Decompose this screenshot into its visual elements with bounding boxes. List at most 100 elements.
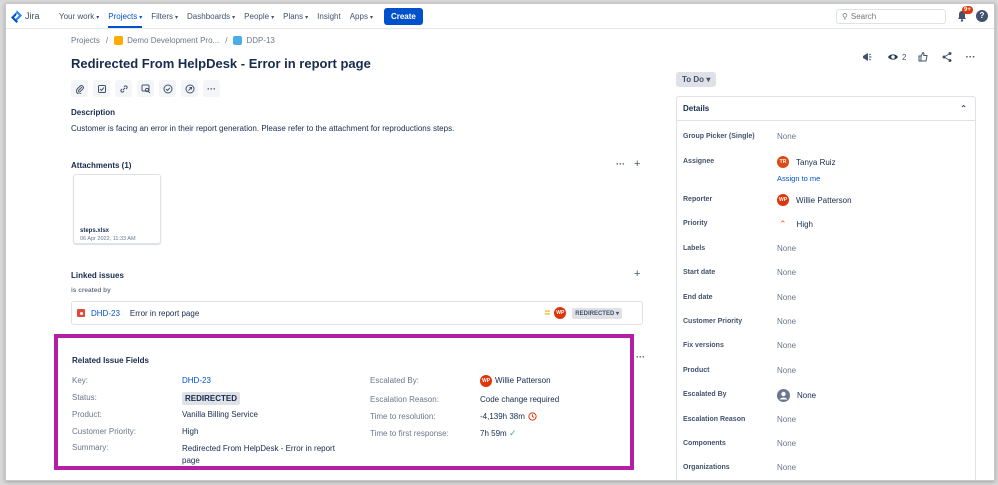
priority-high-icon: ⌃ [779, 219, 787, 229]
chevron-down-icon: ▾ [175, 14, 179, 21]
field-label-start-date: Start date [683, 269, 716, 276]
related-key-label: Key: [72, 376, 89, 385]
task-type-icon [233, 36, 243, 45]
search-issue-button[interactable] [137, 80, 154, 97]
escalate-button[interactable] [181, 80, 198, 97]
status-transition-button[interactable]: To Do ▾ [676, 72, 717, 87]
chevron-down-icon: ▾ [615, 310, 619, 317]
more-actions-button[interactable]: ··· [203, 80, 220, 97]
field-label-components: Components [683, 440, 726, 447]
nav-plans[interactable]: Plans ▾ [283, 12, 308, 21]
clock-breached-icon [528, 412, 537, 421]
related-more-button[interactable]: ··· [636, 352, 645, 362]
megaphone-icon[interactable] [861, 51, 873, 63]
related-key-value[interactable]: DHD-23 [182, 376, 211, 385]
attach-button[interactable] [71, 80, 88, 97]
chevron-down-icon: ▾ [271, 14, 275, 21]
field-value-priority[interactable]: ⌃ High [777, 219, 813, 230]
assign-to-me-link[interactable]: Assign to me [777, 174, 820, 183]
related-first-response-label: Time to first response: [370, 429, 449, 438]
attachments-add-button[interactable]: + [634, 158, 640, 170]
more-actions-icon[interactable]: ··· [965, 52, 975, 63]
field-value-product[interactable]: None [777, 366, 796, 375]
nav-apps[interactable]: Apps ▾ [350, 12, 373, 21]
description-text[interactable]: Customer is facing an error in their rep… [71, 124, 454, 133]
field-value-customer-priority[interactable]: None [777, 317, 796, 326]
nav-your-work[interactable]: Your work ▾ [59, 12, 99, 21]
field-value-reporter[interactable]: WP Willie Patterson [777, 194, 852, 206]
chevron-up-icon[interactable]: ⌃ [960, 104, 967, 113]
jira-logo-icon [11, 9, 22, 23]
search-input[interactable] [850, 12, 941, 21]
app-window: Jira Your work ▾ Projects ▾ Filters ▾ Dashb… [5, 3, 995, 481]
linked-issue-key[interactable]: DHD-23 [91, 309, 120, 318]
related-summary-label: Summary: [72, 443, 109, 452]
check-icon: ✓ [509, 428, 517, 438]
nav-filters[interactable]: Filters ▾ [151, 12, 178, 21]
default-avatar-icon [777, 389, 790, 402]
related-escalation-reason-value: Code change required [480, 395, 560, 404]
field-value-end-date[interactable]: None [777, 293, 796, 302]
share-icon[interactable] [941, 51, 953, 63]
resolve-button[interactable] [159, 80, 176, 97]
avatar: WP [554, 307, 567, 319]
field-value-escalated-by[interactable]: None [777, 389, 816, 402]
escalate-icon [185, 84, 194, 93]
chevron-down-icon: ▾ [305, 14, 309, 21]
field-value-labels[interactable]: None [777, 244, 796, 253]
related-product-value: Vanilla Billing Service [182, 410, 258, 419]
jira-logo-text: Jira [25, 11, 40, 21]
related-priority-value: High [182, 427, 199, 436]
link-issue-button[interactable] [115, 80, 132, 97]
field-value-organizations[interactable]: None [777, 463, 796, 472]
breadcrumb-issue[interactable]: DDP-13 [246, 36, 274, 45]
chevron-down-icon: ▾ [706, 75, 711, 84]
field-value-assignee[interactable]: TR Tanya Ruiz [777, 156, 836, 168]
jira-logo[interactable]: Jira [10, 9, 50, 23]
related-first-response-value: 7h 59m [480, 429, 507, 438]
related-issue-fields-panel: Related Issue Fields Key: DHD-23 Status:… [54, 334, 634, 470]
field-value-group-picker[interactable]: None [777, 132, 796, 141]
field-label-product: Product [683, 367, 710, 374]
field-value-fix-versions[interactable]: None [777, 341, 796, 350]
add-child-button[interactable] [93, 80, 110, 97]
nav-people[interactable]: People ▾ [244, 12, 274, 21]
field-label-customer-priority: Customer Priority [683, 318, 743, 325]
chevron-down-icon: ▾ [139, 14, 143, 21]
breadcrumb: Projects / Demo Development Pro... / DDP… [71, 36, 275, 45]
attachment-card[interactable]: steps.xlsx 06 Apr 2022, 11:33 AM [73, 174, 161, 244]
linked-issue-row[interactable]: DHD-23 Error in report page = WP REDIREC… [71, 301, 643, 325]
field-label-escalated-by: Escalated By [683, 391, 727, 398]
paperclip-icon [75, 84, 84, 94]
field-label-assignee: Assignee [683, 158, 715, 165]
field-label-fix-versions: Fix versions [683, 342, 724, 349]
subtask-icon [97, 84, 106, 93]
details-heading: Details [683, 104, 710, 113]
nav-projects[interactable]: Projects ▾ [108, 12, 143, 28]
chevron-down-icon: ▾ [96, 14, 100, 21]
breadcrumb-projects[interactable]: Projects [71, 36, 100, 45]
field-label-labels: Labels [683, 245, 706, 252]
nav-insight[interactable]: Insight [317, 12, 341, 21]
link-icon [119, 84, 128, 93]
related-escalated-by-label: Escalated By: [370, 376, 419, 385]
breadcrumb-project[interactable]: Demo Development Pro... [127, 36, 219, 45]
thumbs-up-icon[interactable] [917, 51, 929, 63]
linked-issue-summary[interactable]: Error in report page [130, 309, 199, 318]
field-value-components[interactable]: None [777, 439, 796, 448]
attachments-more-button[interactable]: ··· [616, 159, 625, 169]
field-value-start-date[interactable]: None [777, 268, 796, 277]
linked-issues-add-button[interactable]: + [634, 268, 640, 280]
details-header[interactable]: Details ⌃ [677, 97, 975, 121]
nav-dashboards[interactable]: Dashboards ▾ [187, 12, 235, 21]
notification-badge: 9+ [962, 6, 973, 14]
field-label-organizations: Organizations [683, 464, 730, 471]
help-icon[interactable]: ? [976, 10, 988, 22]
eye-icon[interactable] [887, 51, 899, 63]
issue-title[interactable]: Redirected From HelpDesk - Error in repo… [71, 56, 371, 71]
create-button[interactable]: Create [383, 7, 423, 25]
linked-issue-status[interactable]: REDIRECTED ▾ [572, 307, 622, 319]
search-box[interactable]: ⚲ [836, 9, 946, 24]
related-status-label: Status: [72, 393, 97, 402]
field-value-escalation-reason[interactable]: None [777, 415, 796, 424]
